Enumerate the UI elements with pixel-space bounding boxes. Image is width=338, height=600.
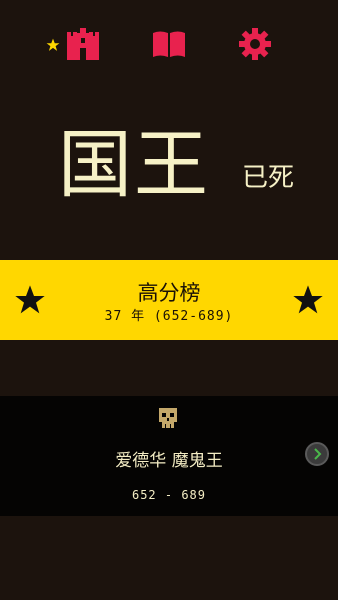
book-button[interactable] xyxy=(149,24,189,64)
king-card: 爱德华 魔鬼王 652 - 689 xyxy=(0,396,338,516)
title-sub: 已死 xyxy=(242,163,295,193)
castle-icon xyxy=(67,28,99,60)
highscore-years: 37 年 (652-689) xyxy=(104,309,234,324)
settings-button[interactable] xyxy=(235,24,275,64)
game-over-title: 国王 已死 xyxy=(0,120,338,210)
highscore-band[interactable]: 高分榜 37 年 (652-689) xyxy=(0,260,338,340)
king-name: 爱德华 魔鬼王 xyxy=(115,451,223,471)
next-button[interactable] xyxy=(305,442,329,466)
book-icon xyxy=(153,31,185,57)
top-bar xyxy=(0,0,338,86)
highscore-label: 高分榜 xyxy=(137,281,201,305)
king-reign-years: 652 - 689 xyxy=(131,488,207,502)
star-icon xyxy=(293,285,323,314)
chevron-right-icon xyxy=(314,448,322,460)
gear-icon xyxy=(239,28,271,60)
star-icon xyxy=(46,38,60,51)
title-main: 国王 xyxy=(58,122,210,208)
skull-icon xyxy=(159,408,177,428)
castle-button[interactable] xyxy=(63,24,103,64)
